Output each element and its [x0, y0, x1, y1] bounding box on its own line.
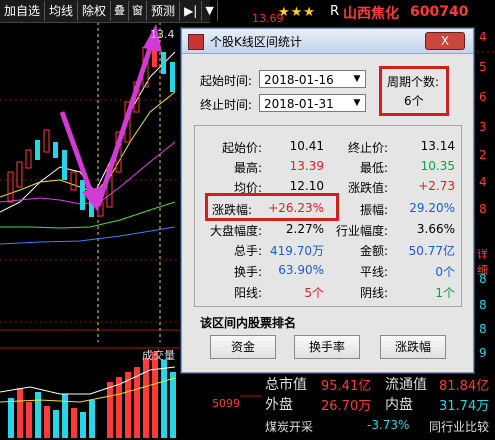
play-end-icon[interactable]: ▶| — [180, 1, 203, 21]
industry-range-value: 3.66% — [416, 222, 455, 236]
amplitude-value: 29.20% — [409, 201, 455, 215]
start-date-value: 2018-01-16 — [264, 73, 334, 87]
inner-volume-value: 31.74万 — [439, 399, 490, 414]
change-value-label: 涨跌值: — [347, 181, 388, 195]
side-digit: 5 — [479, 60, 487, 74]
down-count-value: 1个 — [435, 286, 455, 300]
turnover-label: 换手: — [233, 265, 262, 279]
chart-toolbar: 加自选 均线 除权 叠 窗 预测 ▶| ▼ — [0, 0, 218, 23]
close-button[interactable]: X — [425, 32, 465, 50]
open-price-value: 10.41 — [289, 139, 324, 153]
side-digit: 4 — [479, 30, 487, 44]
side-digit: 2 — [479, 148, 487, 162]
app-icon — [188, 34, 204, 50]
side-digit: 8 — [479, 298, 487, 312]
outer-volume-value: 26.70万 — [321, 399, 372, 414]
bottom-info-panel: 总市值 95.41亿 流通值 81.84亿 外盘 26.70万 内盘 31.74… — [263, 372, 495, 440]
total-hands-value: 419.70万 — [270, 244, 324, 258]
turnover-value: 63.90% — [278, 263, 324, 277]
outer-volume-label: 外盘 — [265, 397, 293, 413]
float-cap-value: 81.84亿 — [439, 379, 490, 394]
start-date-select[interactable]: 2018-01-16 ▼ — [259, 70, 366, 88]
close-price-value: 13.14 — [420, 139, 455, 153]
rating-stars: ★★★ — [278, 5, 316, 20]
avg-price-value: 12.10 — [289, 179, 324, 193]
high-value: 13.39 — [289, 159, 324, 173]
dialog-titlebar[interactable]: 个股K线区间统计 X — [182, 29, 473, 54]
interval-stats-dialog: 个股K线区间统计 X 起始时间: 2018-01-16 ▼ 终止时间: 2018… — [181, 28, 474, 373]
low-label: 最低: — [359, 161, 388, 175]
moving-average-button[interactable]: 均线 — [45, 1, 79, 21]
flat-count-value: 0个 — [435, 265, 455, 279]
end-time-label: 终止时间: — [200, 98, 253, 112]
industry-change: -3.73% — [367, 418, 410, 432]
volume-bars — [8, 352, 176, 438]
rank-change-button[interactable]: 涨跌幅 — [380, 335, 446, 359]
add-favorite-button[interactable]: 加自选 — [0, 1, 46, 21]
margin-flag: R — [330, 4, 340, 19]
end-date-value: 2018-01-31 — [264, 97, 334, 111]
side-digit: 3 — [479, 120, 487, 134]
high-label: 最高: — [233, 161, 262, 175]
amount-label: 金额: — [359, 244, 388, 258]
pct-change-label: 涨跌幅: — [212, 203, 253, 217]
industry-compare-link[interactable]: 同行业比较 — [429, 418, 489, 435]
close-price-label: 终止价: — [347, 141, 388, 155]
low-value: 10.35 — [420, 159, 455, 173]
period-count-box: 周期个数: 6个 — [379, 66, 449, 116]
stock-name: 山西焦化 — [343, 6, 399, 22]
pct-change-value: +26.23% — [268, 201, 324, 215]
period-count-value: 6个 — [404, 94, 424, 108]
stock-code: 600740 — [410, 4, 469, 20]
amplitude-label: 振幅: — [359, 203, 388, 217]
chevron-down-icon[interactable]: ▼ — [349, 71, 365, 87]
forecast-button[interactable]: 预测 — [147, 1, 181, 21]
side-digit: 8 — [479, 272, 487, 286]
down-count-label: 阴线: — [359, 286, 388, 300]
start-time-label: 起始时间: — [200, 74, 253, 88]
window-button[interactable]: 窗 — [129, 1, 148, 21]
float-cap-label: 流通值 — [385, 377, 427, 393]
up-count-value: 5个 — [304, 286, 324, 300]
amount-value: 50.77亿 — [408, 244, 455, 258]
period-count-label: 周期个数: — [387, 75, 440, 89]
overlay-button[interactable]: 叠 — [111, 1, 130, 21]
market-cap-label: 总市值 — [265, 377, 307, 393]
industry-range-label: 行业幅度: — [335, 224, 388, 238]
chevron-down-icon[interactable]: ▼ — [349, 95, 365, 111]
change-value: +2.73 — [418, 179, 455, 193]
market-cap-value: 95.41亿 — [321, 379, 372, 394]
market-range-label: 大盘幅度: — [209, 224, 262, 238]
side-digit: 9 — [479, 346, 487, 360]
industry-name[interactable]: 煤炭开采 — [265, 418, 313, 435]
chart-high-label: 13.4 — [150, 28, 175, 41]
side-digit: 8 — [479, 202, 487, 216]
market-range-value: 2.27% — [285, 222, 324, 236]
volume-axis-label: 5099 — [212, 397, 240, 410]
end-date-select[interactable]: 2018-01-31 ▼ — [259, 94, 366, 112]
rank-section-title: 该区间内股票排名 — [200, 316, 297, 330]
side-digit: 6 — [479, 90, 487, 104]
ex-rights-button[interactable]: 除权 — [78, 1, 112, 21]
rank-turnover-button[interactable]: 换手率 — [294, 335, 360, 359]
side-digit: 4 — [479, 175, 487, 189]
chevron-down-icon[interactable]: ▼ — [202, 1, 218, 21]
rank-fund-button[interactable]: 资金 — [210, 335, 276, 359]
up-count-label: 阳线: — [233, 286, 262, 300]
total-hands-label: 总手: — [233, 244, 262, 258]
inner-volume-label: 内盘 — [385, 397, 413, 413]
open-price-label: 起始价: — [221, 141, 262, 155]
flat-count-label: 平线: — [359, 265, 388, 279]
volume-caption: 成交量 — [142, 349, 175, 362]
dialog-title: 个股K线区间统计 — [210, 35, 302, 49]
side-digit: 8 — [479, 322, 487, 336]
